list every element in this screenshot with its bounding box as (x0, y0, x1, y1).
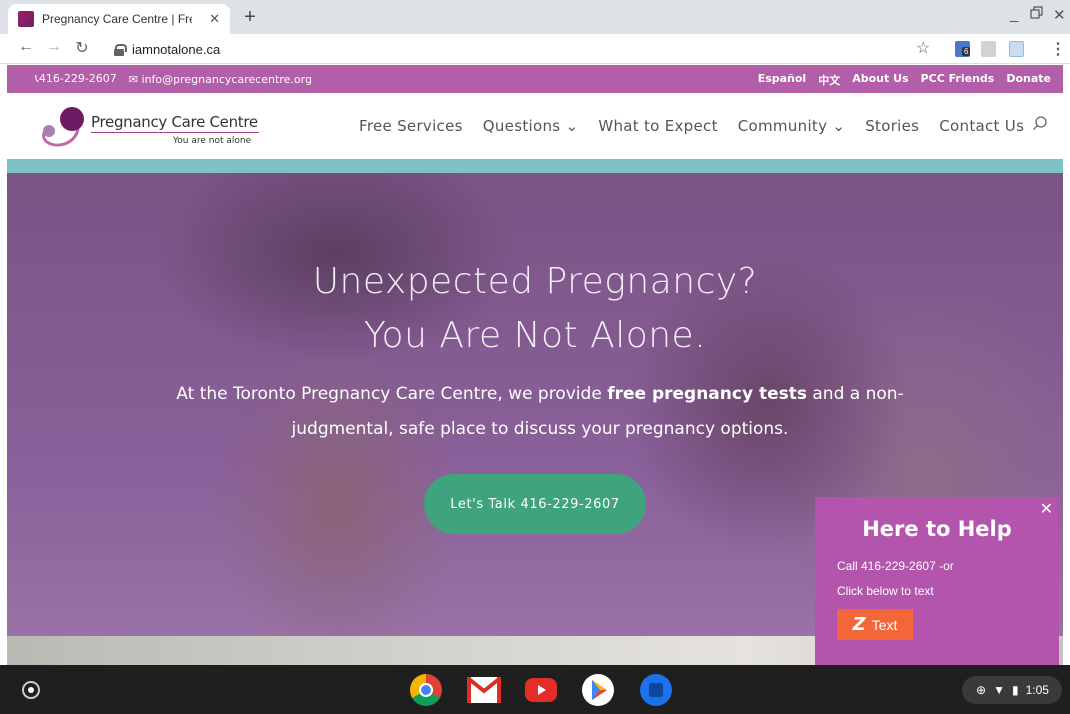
extension-icon[interactable]: 6 (955, 41, 971, 57)
nav-what-to-expect[interactable]: What to Expect (598, 117, 717, 135)
popup-title: Here to Help (862, 517, 1012, 541)
popup-line-call: Call 416-229-2607 -or (837, 559, 954, 573)
email-contact[interactable]: ✉ info@pregnancycarecentre.org (129, 73, 312, 86)
topbar-link-friends[interactable]: PCC Friends (921, 72, 995, 88)
extension-icon[interactable] (981, 41, 996, 57)
close-icon[interactable]: ✕ (1040, 499, 1053, 519)
url-text: iamnotalone.ca (132, 41, 221, 57)
logo-name: Pregnancy Care Centre (91, 113, 258, 131)
site-logo[interactable]: Pregnancy Care Centre You are not alone (35, 101, 275, 151)
logo-tagline: You are not alone (173, 136, 252, 146)
popup-line-text: Click below to text (837, 584, 934, 598)
nav-questions[interactable]: Questions ⌄ (483, 117, 579, 135)
clock: 1:05 (1025, 683, 1049, 697)
play-store-icon[interactable] (582, 674, 614, 706)
youtube-icon[interactable] (525, 678, 557, 702)
hero-text-part: At the Toronto Pregnancy Care Centre, we… (176, 384, 608, 404)
wifi-icon: ▼ (993, 683, 1005, 697)
nav-community[interactable]: Community ⌄ (738, 117, 845, 135)
hero-text: At the Toronto Pregnancy Care Centre, we… (160, 377, 920, 447)
new-tab-button[interactable]: + (238, 5, 262, 29)
nav-stories[interactable]: Stories (865, 117, 919, 135)
files-app-icon[interactable] (640, 674, 672, 706)
extension-icon[interactable] (1009, 41, 1024, 57)
logo-mark-icon (42, 107, 84, 147)
site-favicon-icon (18, 11, 34, 27)
browser-tab[interactable]: Pregnancy Care Centre | Free Un ✕ (8, 4, 230, 34)
search-icon[interactable] (1032, 115, 1048, 131)
topbar-link-chinese[interactable]: 中文 (818, 72, 840, 88)
bookmark-star-icon[interactable]: ☆ (916, 38, 930, 58)
topbar-link-about[interactable]: About Us (852, 72, 908, 88)
text-button[interactable]: Z Text (837, 609, 913, 640)
launcher-icon[interactable] (22, 681, 40, 699)
phone-contact[interactable]: 📞︎416-229-2607 (35, 72, 117, 86)
browser-tab-strip: Pregnancy Care Centre | Free Un ✕ + _ ✕ (0, 0, 1070, 34)
os-shelf: ⊕ ▼ ▮ 1:05 (0, 665, 1070, 714)
minimize-icon[interactable]: _ (1010, 6, 1018, 23)
hero-text-bold: free pregnancy tests (607, 384, 807, 404)
forward-icon[interactable]: → (44, 38, 64, 56)
mail-icon: ✉ (128, 72, 142, 86)
header-accent-bar (7, 159, 1063, 173)
main-nav: Free Services Questions ⌄ What to Expect… (359, 117, 1024, 135)
logo-divider (91, 132, 259, 133)
back-icon[interactable]: ← (16, 38, 36, 56)
gmail-icon[interactable] (467, 677, 501, 703)
topbar-link-espanol[interactable]: Español (758, 72, 807, 88)
text-button-label: Text (871, 616, 898, 633)
text-service-logo-icon: Z (852, 614, 866, 635)
add-icon: ⊕ (976, 683, 987, 697)
here-to-help-popup: ✕ Here to Help Call 416-229-2607 -or Cli… (815, 497, 1059, 665)
lets-talk-button[interactable]: Let's Talk 416-229-2607 (424, 474, 646, 534)
reload-icon[interactable]: ↻ (72, 38, 92, 58)
lock-icon (114, 43, 127, 56)
tab-title: Pregnancy Care Centre | Free Un (42, 12, 192, 26)
nav-contact-us[interactable]: Contact Us (939, 117, 1024, 135)
close-tab-icon[interactable]: ✕ (209, 11, 220, 27)
browser-menu-icon[interactable]: ⋮ (1050, 39, 1066, 59)
chrome-icon[interactable] (410, 674, 442, 706)
nav-free-services[interactable]: Free Services (359, 117, 463, 135)
site-header: Pregnancy Care Centre You are not alone … (7, 93, 1063, 159)
email-text: info@pregnancycarecentre.org (141, 72, 312, 86)
phone-text: 416-229-2607 (38, 72, 117, 85)
restore-icon[interactable] (1030, 6, 1043, 23)
close-window-icon[interactable]: ✕ (1053, 6, 1066, 24)
site-top-bar: 📞︎416-229-2607 ✉ info@pregnancycarecentr… (7, 65, 1063, 93)
extension-badge: 6 (962, 47, 971, 56)
browser-toolbar: ← → ↻ iamnotalone.ca ☆ 6 ⋮ (0, 34, 1070, 64)
topbar-link-donate[interactable]: Donate (1006, 72, 1051, 88)
battery-icon: ▮ (1011, 683, 1019, 697)
address-bar[interactable]: iamnotalone.ca (106, 37, 936, 61)
hero-title-line1: Unexpected Pregnancy? (312, 261, 758, 302)
system-tray[interactable]: ⊕ ▼ ▮ 1:05 (962, 676, 1062, 704)
hero-title-line2: You Are Not Alone. (363, 315, 707, 356)
